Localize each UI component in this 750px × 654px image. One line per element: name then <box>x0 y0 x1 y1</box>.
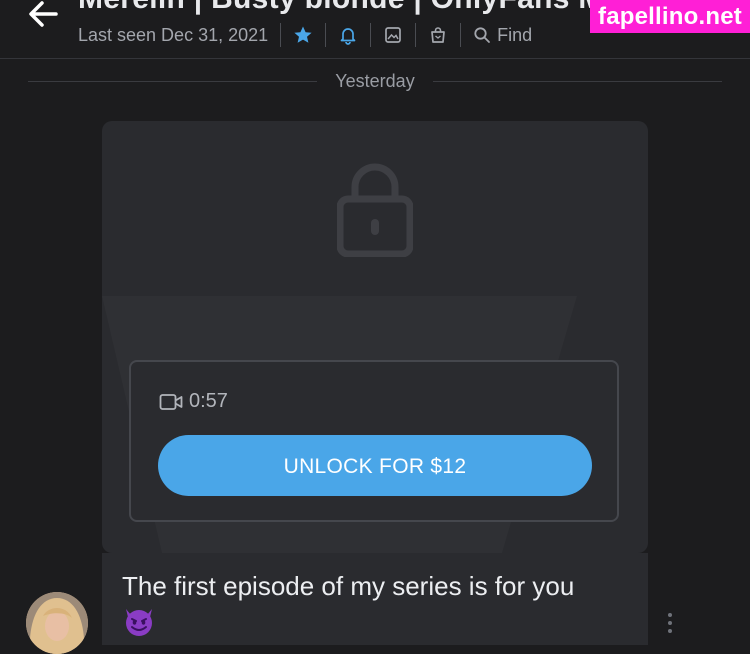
dot <box>668 621 672 625</box>
separator <box>415 23 417 47</box>
divider-line <box>432 80 722 82</box>
video-camera-icon <box>159 393 183 410</box>
search-icon <box>474 27 491 43</box>
find-label: Find <box>497 24 533 45</box>
more-options-icon[interactable] <box>664 613 676 637</box>
divider-line <box>28 80 318 82</box>
chat-title[interactable]: Merelin | Busty blonde | OnlyFans M <box>78 0 604 16</box>
separator <box>460 23 462 47</box>
star-icon[interactable] <box>293 25 313 45</box>
dot <box>668 613 672 617</box>
find-button[interactable]: Find <box>473 25 532 46</box>
message-text: The first episode of my series is for yo… <box>122 571 575 601</box>
last-seen-status: Last seen Dec 31, 2021 <box>78 24 269 45</box>
date-label: Yesterday <box>335 70 415 91</box>
image-icon[interactable] <box>383 25 403 45</box>
dot <box>668 629 672 633</box>
header-meta-row: Last seen Dec 31, 2021 Find <box>78 22 532 48</box>
lock-icon <box>337 163 413 257</box>
locked-media-card[interactable]: 0:57 UNLOCK FOR $12 <box>102 121 648 553</box>
bag-icon[interactable] <box>428 25 448 45</box>
unlock-panel: 0:57 UNLOCK FOR $12 <box>129 360 619 522</box>
separator <box>370 23 372 47</box>
back-arrow-icon[interactable] <box>22 0 66 36</box>
duration-text: 0:57 <box>189 390 228 412</box>
date-divider: Yesterday <box>28 68 722 94</box>
bell-icon[interactable] <box>338 25 358 45</box>
separator <box>325 23 327 47</box>
separator <box>280 23 282 47</box>
watermark-logo: fapellino.net <box>590 0 750 33</box>
message-bubble: The first episode of my series is for yo… <box>102 553 648 645</box>
smiling-devil-emoji <box>126 609 152 636</box>
chat-header: Merelin | Busty blonde | OnlyFans M Last… <box>0 0 750 59</box>
unlock-button[interactable]: UNLOCK FOR $12 <box>158 435 592 496</box>
video-duration: 0:57 <box>159 390 228 413</box>
